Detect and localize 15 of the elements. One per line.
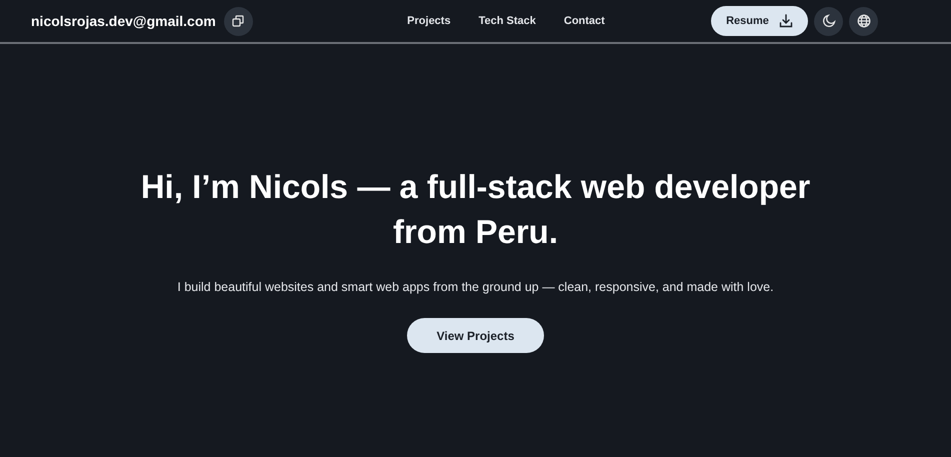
resume-button[interactable]: Resume: [711, 6, 808, 36]
theme-toggle-button[interactable]: [814, 6, 843, 36]
download-icon: [778, 14, 793, 28]
nav-link[interactable]: Tech Stack: [478, 15, 536, 27]
language-button[interactable]: [849, 6, 878, 36]
nav-link[interactable]: Contact: [564, 15, 605, 27]
moon-icon: [822, 14, 836, 28]
email-address: nicolsrojas.dev@gmail.com: [31, 13, 216, 29]
hero-subtitle: I build beautiful websites and smart web apps from the ground up — clean, responsive, and made with love.: [177, 280, 774, 294]
copy-button[interactable]: [224, 6, 253, 36]
view-projects-button[interactable]: View Projects: [407, 318, 544, 353]
globe-icon: [856, 14, 870, 28]
copy-icon: [232, 15, 244, 27]
nav-link[interactable]: Projects: [407, 15, 451, 27]
hero-headline: Hi, I’m Nicols — a full-stack web developer from Peru.: [140, 167, 812, 252]
